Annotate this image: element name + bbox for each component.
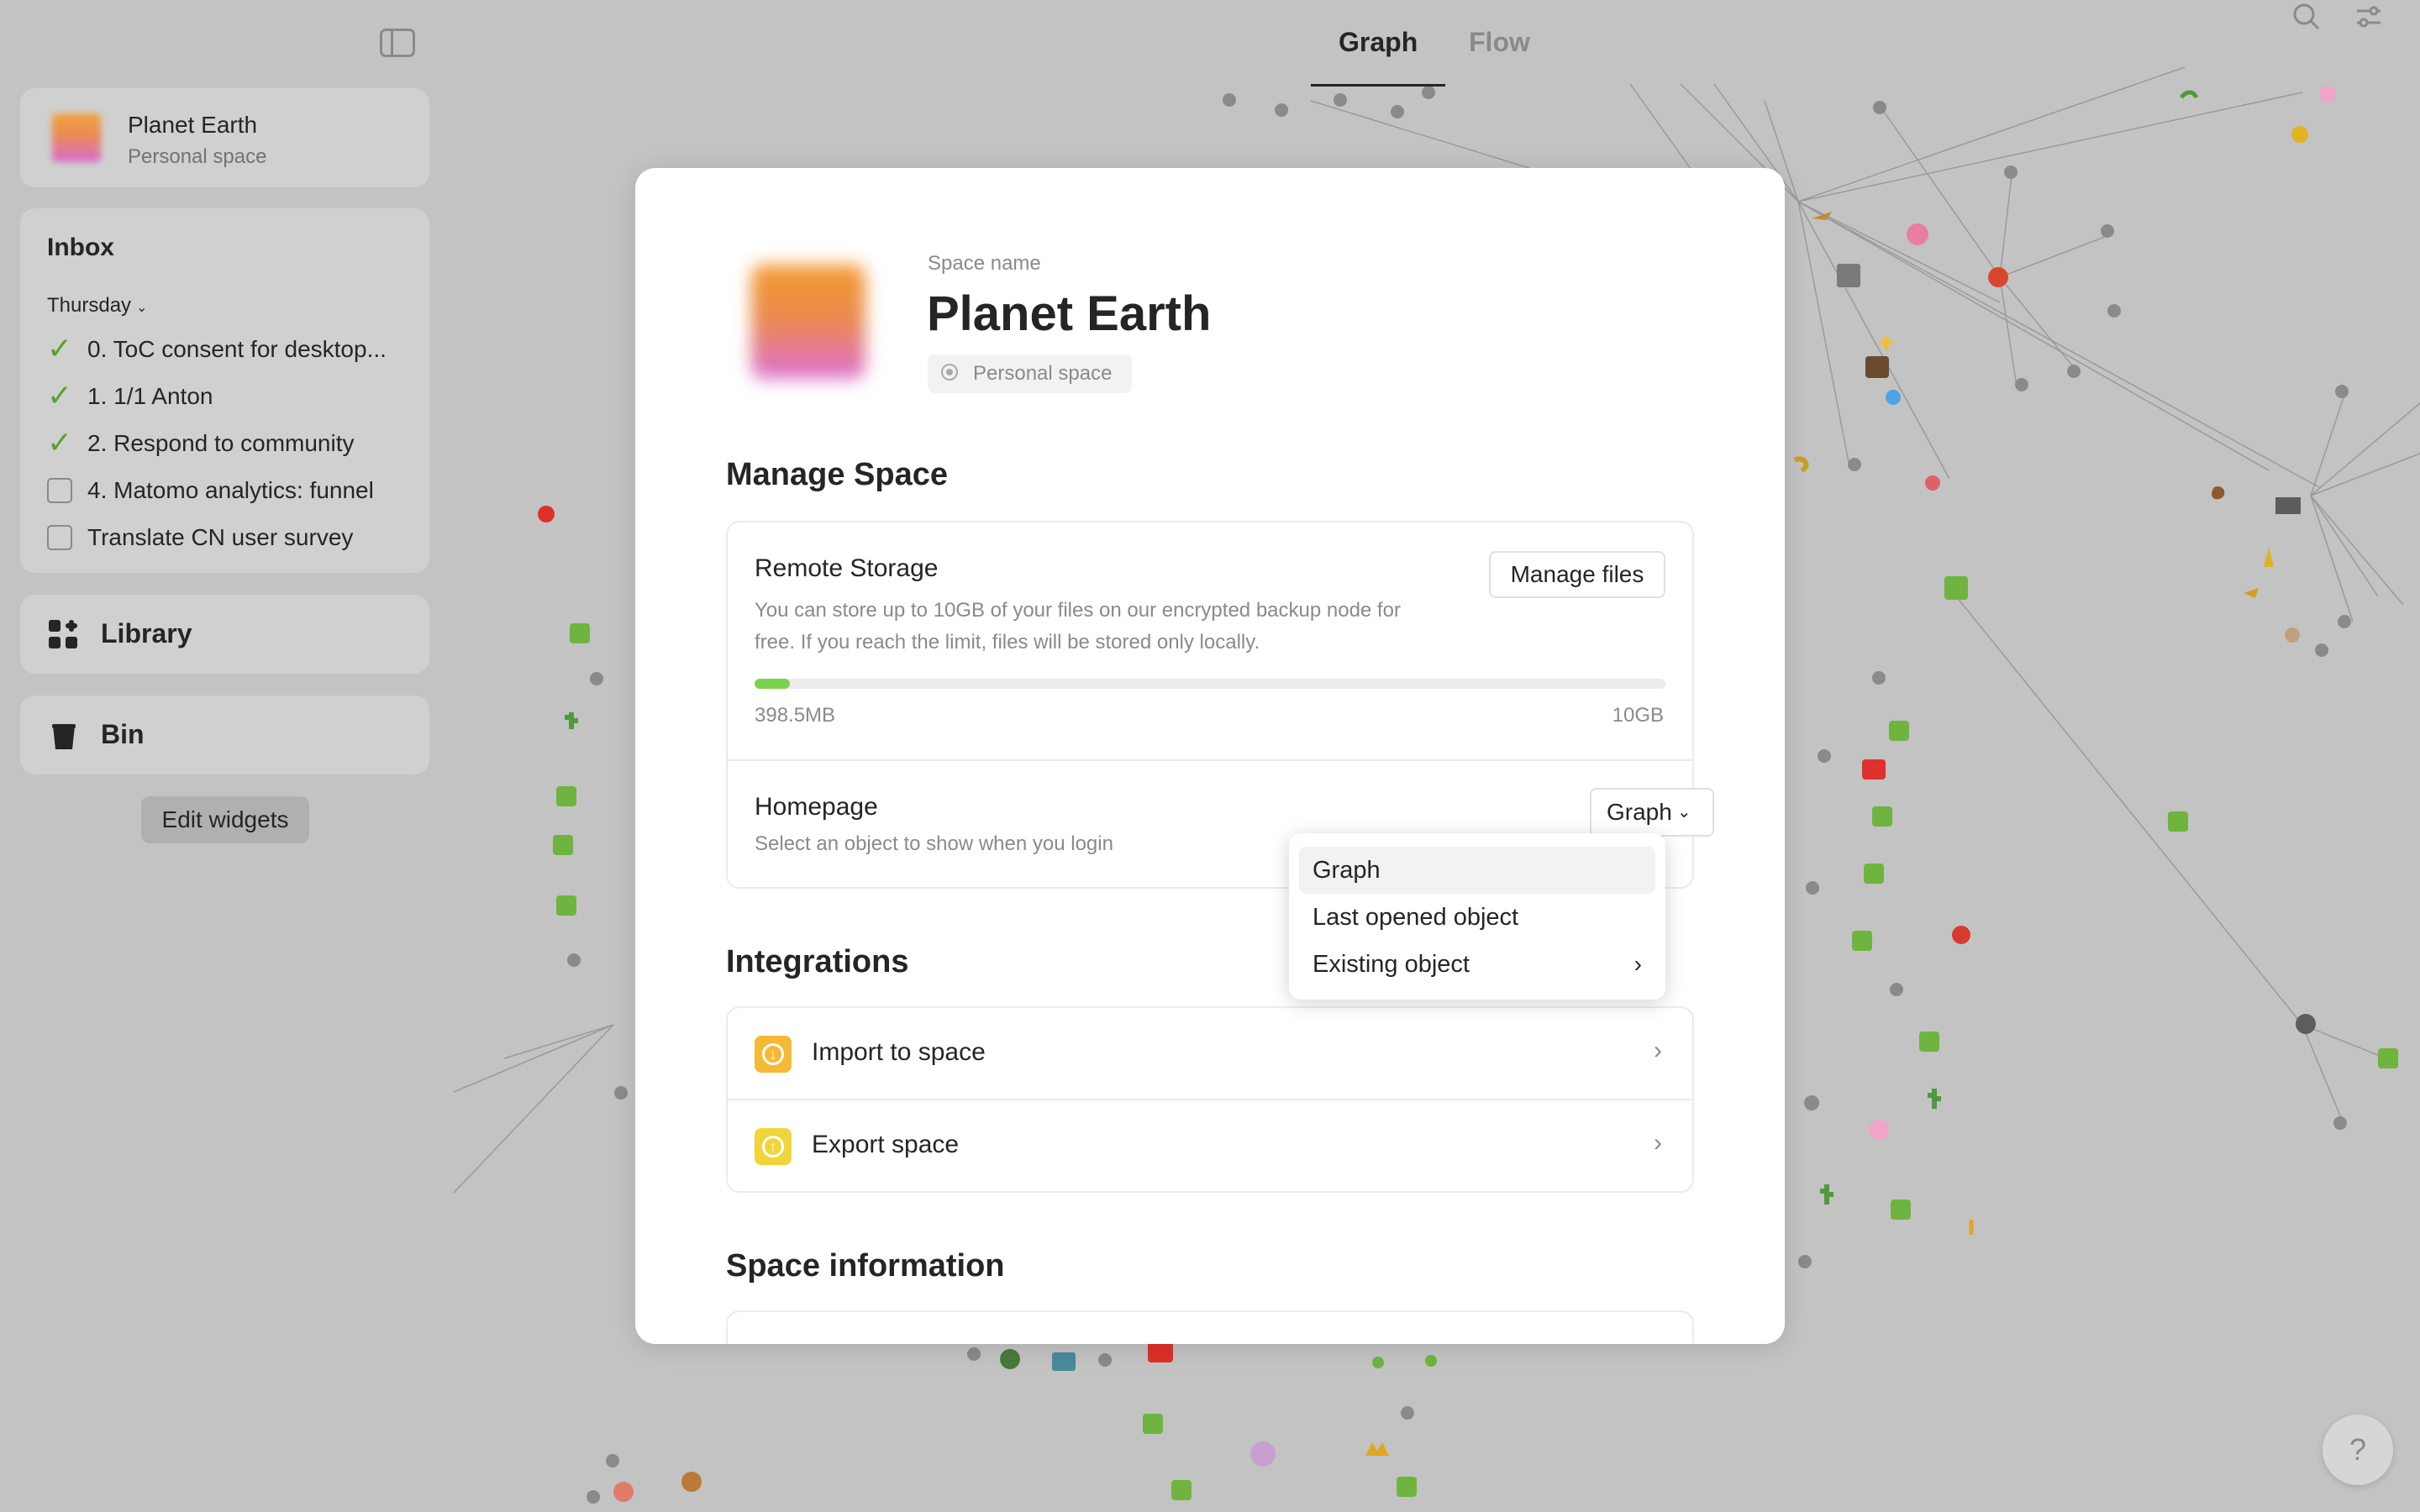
storage-progress-fill (755, 679, 791, 689)
tab-flow[interactable]: Flow (1469, 27, 1530, 58)
settings-sliders-icon[interactable] (2352, 0, 2386, 34)
bin-label: Bin (101, 719, 145, 749)
divider (728, 759, 1692, 761)
menu-item-graph[interactable]: Graph (1299, 847, 1655, 894)
task-label: 2. Respond to community (87, 430, 355, 456)
task-label: 4. Matomo analytics: funnel (87, 477, 374, 503)
library-widget[interactable]: Library (20, 595, 429, 674)
homepage-dropdown-menu: Graph Last opened object Existing object… (1289, 833, 1665, 1000)
inbox-title[interactable]: Inbox (47, 234, 114, 262)
space-information-panel (726, 1310, 1694, 1344)
space-type: Personal space (128, 145, 267, 168)
storage-limit: 10GB (1612, 704, 1664, 727)
day-filter-label: Thursday (47, 294, 132, 317)
export-icon: ↑ (755, 1128, 792, 1165)
homepage-selected-value: Graph (1607, 799, 1672, 825)
menu-item-last-opened-object[interactable]: Last opened object (1299, 894, 1655, 941)
space-switcher[interactable]: Planet Earth Personal space (20, 88, 429, 187)
day-filter-dropdown[interactable]: Thursday ⌄ (47, 294, 147, 318)
checkmark-icon[interactable]: ✓ (47, 381, 72, 411)
import-label: Import to space (812, 1038, 986, 1066)
export-label: Export space (812, 1131, 960, 1158)
remote-storage-description: You can store up to 10GB of your files o… (755, 599, 1401, 654)
space-type-icon (941, 364, 958, 381)
task-label: 1. 1/1 Anton (87, 383, 213, 409)
homepage-select[interactable]: Graph ⌄ (1590, 788, 1714, 837)
widgets-icon (49, 620, 79, 650)
space-icon[interactable] (751, 265, 865, 379)
help-button[interactable]: ? (2323, 1415, 2393, 1485)
edit-widgets-button[interactable]: Edit widgets (141, 796, 309, 843)
checkmark-icon[interactable]: ✓ (47, 333, 72, 364)
manage-space-heading: Manage Space (726, 457, 948, 492)
space-type-badge: Personal space (928, 354, 1133, 393)
chevron-right-icon: › (1634, 951, 1642, 977)
menu-item-existing-object[interactable]: Existing object › (1299, 941, 1655, 988)
task-label: 0. ToC consent for desktop... (87, 336, 387, 362)
chevron-down-icon: ⌄ (136, 301, 148, 315)
menu-item-label: Last opened object (1313, 904, 1519, 931)
space-avatar (52, 113, 101, 162)
sidebar: Planet Earth Personal space Inbox Thursd… (0, 0, 450, 1512)
chevron-down-icon: ⌄ (1676, 803, 1691, 822)
import-to-space-row[interactable]: ↓ Import to space › (728, 1008, 1692, 1100)
search-icon[interactable] (2290, 0, 2323, 34)
active-tab-indicator (1311, 84, 1445, 87)
space-settings-modal: Space name Planet Earth Personal space M… (635, 168, 1785, 1344)
menu-item-label: Graph (1313, 857, 1381, 884)
integrations-heading: Integrations (726, 944, 909, 979)
checkmark-icon[interactable]: ✓ (47, 428, 72, 458)
task-label: Translate CN user survey (87, 524, 354, 550)
chevron-right-icon: › (1654, 1129, 1662, 1157)
storage-used: 398.5MB (755, 704, 836, 727)
space-name-field[interactable]: Planet Earth (927, 286, 1211, 342)
space-type-label: Personal space (973, 362, 1113, 385)
library-label: Library (101, 618, 192, 648)
space-information-heading: Space information (726, 1248, 1005, 1284)
space-name-label: Space name (928, 252, 1041, 275)
space-name: Planet Earth (128, 112, 258, 138)
bin-icon (52, 724, 76, 749)
checkbox[interactable] (47, 525, 72, 550)
bin-widget[interactable]: Bin (20, 696, 429, 774)
manage-files-button[interactable]: Manage files (1489, 551, 1665, 598)
homepage-description: Select an object to show when you login (755, 832, 1113, 855)
sidebar-toggle-icon[interactable] (380, 29, 415, 57)
integrations-panel: ↓ Import to space › ↑ Export space › (726, 1006, 1694, 1193)
homepage-title: Homepage (755, 793, 878, 821)
inbox-widget: Inbox Thursday ⌄ ✓ 0. ToC consent for des… (20, 208, 429, 573)
menu-item-label: Existing object (1313, 951, 1470, 978)
import-icon: ↓ (755, 1036, 792, 1073)
checkbox[interactable] (47, 478, 72, 503)
export-space-row[interactable]: ↑ Export space › (728, 1100, 1692, 1193)
storage-progress-bar (755, 679, 1665, 689)
chevron-right-icon: › (1654, 1037, 1662, 1064)
remote-storage-title: Remote Storage (755, 554, 939, 582)
tab-graph[interactable]: Graph (1339, 27, 1418, 58)
